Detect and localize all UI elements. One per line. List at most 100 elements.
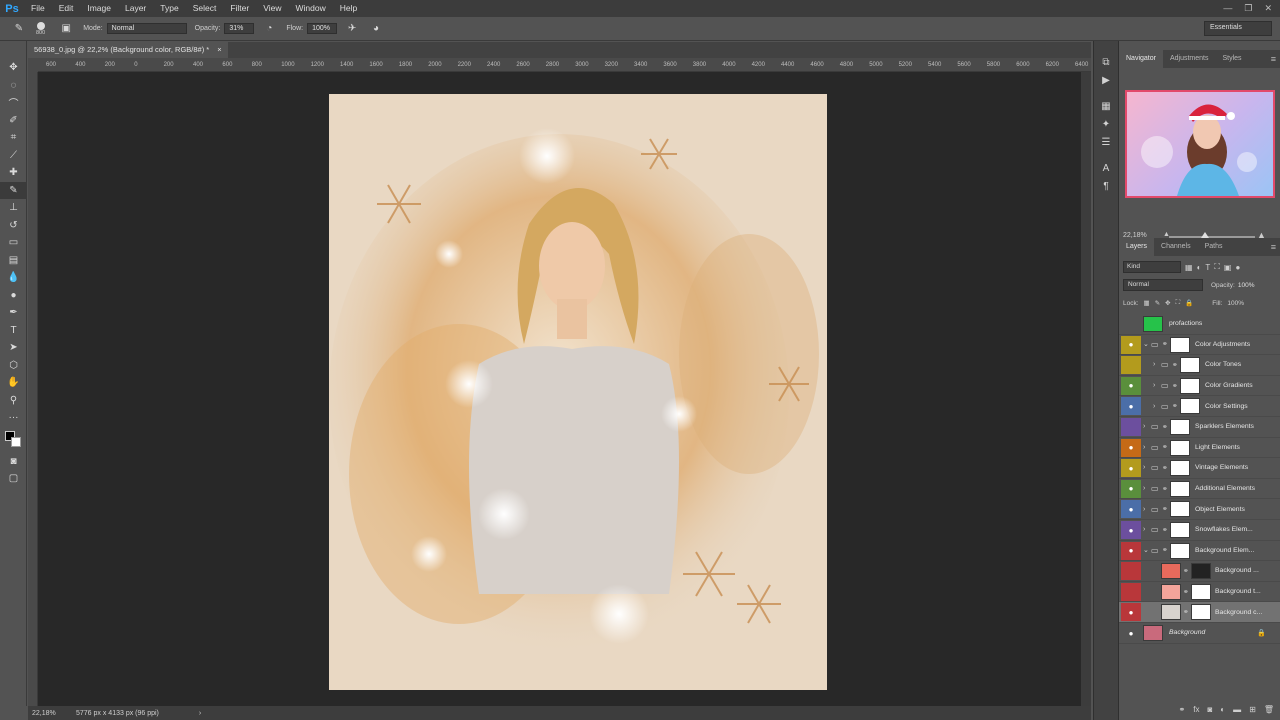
zoom-level[interactable]: 22,18% bbox=[28, 710, 72, 717]
lasso-tool-icon[interactable]: ⌒ bbox=[0, 94, 27, 112]
type-tool-icon[interactable]: T bbox=[0, 322, 27, 340]
quick-mask-icon[interactable]: ◙ bbox=[0, 453, 27, 471]
screen-mode-icon[interactable]: ▢ bbox=[0, 470, 27, 488]
link-layers-icon[interactable]: ⚭ bbox=[1179, 705, 1186, 714]
visibility-toggle[interactable] bbox=[1121, 418, 1141, 436]
horizontal-ruler[interactable]: 600 400 200 0 200 400 600 800 1000 1200 1400 1600 18… bbox=[38, 58, 1091, 72]
new-group-icon[interactable]: ▬ bbox=[1233, 705, 1241, 714]
filter-toggle-icon[interactable]: ● bbox=[1235, 263, 1240, 272]
menu-item-file[interactable]: File bbox=[24, 0, 52, 17]
vertical-scrollbar[interactable] bbox=[1081, 72, 1091, 706]
type-filter-icon[interactable]: T bbox=[1205, 263, 1210, 272]
background-color-swatch[interactable] bbox=[11, 436, 21, 447]
chevron-down-icon[interactable]: ⌄ bbox=[1143, 340, 1149, 348]
layer-row[interactable]: ⚭ Background ... bbox=[1119, 561, 1280, 582]
eye-icon[interactable]: ● bbox=[1121, 459, 1141, 478]
shape-tool-icon[interactable]: ⬡ bbox=[0, 357, 27, 375]
adjustment-filter-icon[interactable]: ◐ bbox=[1197, 263, 1202, 272]
eye-icon[interactable]: ● bbox=[1121, 500, 1141, 519]
brush-tool-icon[interactable]: ✎ bbox=[0, 181, 27, 199]
lock-artboard-icon[interactable]: ⛶ bbox=[1176, 299, 1181, 307]
history-brush-tool-icon[interactable]: ↺ bbox=[0, 217, 27, 235]
shape-filter-icon[interactable]: ⛶ bbox=[1214, 262, 1220, 272]
status-menu-arrow[interactable]: › bbox=[199, 710, 201, 717]
layer-mask-thumbnail[interactable] bbox=[1170, 522, 1190, 538]
workspace-switcher[interactable]: Essentials bbox=[1204, 21, 1272, 36]
hand-tool-icon[interactable]: ✋ bbox=[0, 374, 27, 392]
flow-input[interactable]: 100% bbox=[307, 23, 338, 34]
pressure-size-icon[interactable]: ◕ bbox=[369, 22, 383, 36]
layer-thumbnail[interactable] bbox=[1143, 316, 1163, 332]
layer-thumbnail[interactable] bbox=[1161, 583, 1181, 600]
tab-layers[interactable]: Layers bbox=[1119, 238, 1155, 256]
pen-tool-icon[interactable]: ✒ bbox=[0, 304, 27, 322]
eye-icon[interactable]: ● bbox=[1121, 376, 1141, 395]
brushes-panel-icon[interactable]: ✦ bbox=[1094, 115, 1118, 133]
menu-item-view[interactable]: View bbox=[256, 0, 288, 17]
layer-row[interactable]: ● › ▭ ⚭ Light Elements bbox=[1119, 438, 1280, 459]
chevron-right-icon[interactable]: › bbox=[1143, 485, 1145, 492]
brush-preset-picker[interactable]: 800 bbox=[36, 21, 45, 36]
layer-row[interactable]: › ▭ ⚭ Color Tones bbox=[1119, 355, 1280, 376]
layers-menu-icon[interactable]: ≡ bbox=[1271, 238, 1276, 256]
brush-settings-icon[interactable]: ☰ bbox=[1094, 133, 1118, 151]
document-tab[interactable]: 56938_0.jpg @ 22,2% (Background color, R… bbox=[28, 42, 228, 58]
gradient-tool-icon[interactable]: ▤ bbox=[0, 252, 27, 270]
menu-item-window[interactable]: Window bbox=[288, 0, 332, 17]
layer-row[interactable]: ● ⌄ ▭ ⚭ Color Adjustments bbox=[1119, 335, 1280, 356]
history-panel-icon[interactable]: ⧉ bbox=[1094, 53, 1118, 71]
chevron-right-icon[interactable]: › bbox=[1143, 464, 1145, 471]
new-layer-icon[interactable]: ⊞ bbox=[1249, 705, 1256, 714]
move-tool-icon[interactable]: ✥ bbox=[0, 59, 27, 77]
brush-tool-icon[interactable]: ✎ bbox=[12, 22, 26, 36]
layer-thumbnail[interactable] bbox=[1161, 563, 1181, 580]
airbrush-icon[interactable]: ✈ bbox=[345, 22, 359, 36]
restore-button[interactable]: ❐ bbox=[1244, 0, 1252, 17]
marquee-tool-icon[interactable]: ◌ bbox=[0, 77, 27, 95]
layer-row[interactable]: › ▭ ⚭ Sparklers Elements bbox=[1119, 417, 1280, 438]
layer-mask-thumbnail[interactable] bbox=[1180, 377, 1200, 394]
crop-tool-icon[interactable]: ⌗ bbox=[0, 129, 27, 147]
vertical-ruler[interactable] bbox=[28, 72, 38, 706]
layer-style-icon[interactable]: fx bbox=[1193, 705, 1199, 714]
layer-row[interactable]: ● ⚭ Background c... bbox=[1119, 602, 1280, 623]
layer-mask-thumbnail[interactable] bbox=[1180, 398, 1200, 415]
edit-toolbar-icon[interactable]: ··· bbox=[0, 409, 27, 427]
tab-styles[interactable]: Styles bbox=[1216, 50, 1249, 68]
clone-stamp-tool-icon[interactable]: ⊥ bbox=[0, 199, 27, 217]
pixel-filter-icon[interactable]: ▦ bbox=[1185, 263, 1193, 272]
layer-mask-thumbnail[interactable] bbox=[1191, 583, 1211, 600]
brush-panel-icon[interactable]: ▣ bbox=[59, 22, 73, 36]
layer-row[interactable]: ● › ▭ ⚭ Color Gradients bbox=[1119, 376, 1280, 397]
layer-row[interactable]: ● ⌄ ▭ ⚭ Background Elem... bbox=[1119, 541, 1280, 562]
visibility-toggle[interactable] bbox=[1121, 562, 1141, 581]
tab-adjustments[interactable]: Adjustments bbox=[1163, 50, 1216, 68]
menu-item-image[interactable]: Image bbox=[80, 0, 118, 17]
layer-mask-thumbnail[interactable] bbox=[1191, 563, 1211, 580]
paragraph-panel-icon[interactable]: ¶ bbox=[1094, 177, 1118, 195]
lock-position-icon[interactable]: ✥ bbox=[1165, 299, 1170, 307]
opacity-input[interactable]: 31% bbox=[224, 23, 255, 34]
tab-channels[interactable]: Channels bbox=[1154, 238, 1198, 256]
delete-layer-icon[interactable]: 🗑 bbox=[1264, 705, 1274, 714]
tab-navigator[interactable]: Navigator bbox=[1119, 50, 1163, 68]
layer-thumbnail[interactable] bbox=[1161, 604, 1181, 621]
eye-icon[interactable]: ● bbox=[1121, 479, 1141, 498]
visibility-toggle[interactable] bbox=[1121, 356, 1141, 375]
chevron-right-icon[interactable]: › bbox=[1143, 526, 1145, 533]
menu-item-type[interactable]: Type bbox=[153, 0, 185, 17]
layer-row[interactable]: ⚭ Background t... bbox=[1119, 582, 1280, 603]
minimize-button[interactable]: — bbox=[1223, 0, 1232, 17]
layer-row[interactable]: ● › ▭ ⚭ Color Settings bbox=[1119, 396, 1280, 417]
layer-thumbnail[interactable] bbox=[1143, 625, 1163, 641]
layer-mask-thumbnail[interactable] bbox=[1191, 604, 1211, 621]
color-swatches[interactable] bbox=[0, 427, 27, 453]
eye-icon[interactable]: ● bbox=[1121, 397, 1141, 416]
navigator-thumbnail[interactable] bbox=[1125, 90, 1275, 198]
menu-item-select[interactable]: Select bbox=[186, 0, 224, 17]
panel-menu-icon[interactable]: ≡ bbox=[1271, 50, 1276, 68]
actions-panel-icon[interactable]: ▶ bbox=[1094, 71, 1118, 89]
menu-item-layer[interactable]: Layer bbox=[118, 0, 153, 17]
document-artwork[interactable] bbox=[329, 94, 827, 690]
layer-mask-thumbnail[interactable] bbox=[1170, 501, 1190, 518]
